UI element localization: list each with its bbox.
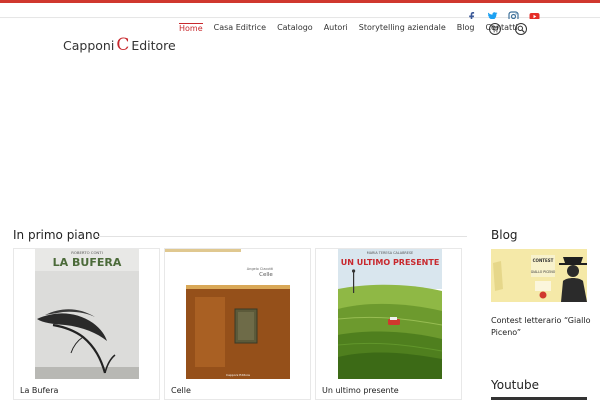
social-links — [466, 7, 540, 22]
blog-thumb-line1: CONTEST — [533, 258, 554, 263]
main-nav: Home Casa Editrice Catalogo Autori Story… — [179, 23, 529, 33]
site-header: Capponi C Editore Home Casa Editrice Cat… — [0, 19, 600, 70]
nav-item-blog[interactable]: Blog — [457, 23, 475, 33]
site-logo[interactable]: Capponi C Editore — [63, 37, 176, 54]
blog-thumb-line2: GIALLO PICENO — [531, 270, 556, 274]
blog-section-title: Blog — [491, 228, 518, 242]
cover-title-celle: Celle — [259, 272, 273, 278]
search-icon[interactable] — [515, 23, 527, 35]
hero-banner-area — [0, 70, 600, 220]
book-card-la-bufera[interactable]: ROBERTO CONTI LA BUFERA La Bufera — [13, 248, 160, 400]
book-card-celle[interactable]: Angelo Ciacotti Celle Capponi Editore Ce… — [164, 248, 311, 400]
nav-item-catalogo[interactable]: Catalogo — [277, 23, 313, 33]
instagram-icon[interactable] — [508, 7, 519, 22]
nav-item-autori[interactable]: Autori — [324, 23, 348, 33]
top-bar — [0, 0, 600, 22]
blog-post-title[interactable]: Contest letterario “Giallo Piceno” — [491, 315, 591, 339]
book-cover-un-ultimo-presente[interactable]: MARIA TERESA CALABRESE UN ULTIMO PRESENT… — [338, 249, 442, 379]
book-card-un-ultimo-presente[interactable]: MARIA TERESA CALABRESE UN ULTIMO PRESENT… — [315, 248, 462, 400]
cover-title-la-bufera: LA BUFERA — [53, 256, 122, 269]
cover-author-celle: Angelo Ciacotti — [247, 267, 274, 271]
logo-mark: C — [116, 35, 130, 55]
facebook-icon[interactable] — [466, 7, 477, 22]
section-divider — [95, 236, 467, 237]
cover-title-un-ultimo-presente: UN ULTIMO PRESENTE — [341, 258, 440, 267]
cover-publisher-celle: Capponi Editore — [226, 373, 250, 377]
book-caption-celle[interactable]: Celle — [171, 386, 191, 395]
featured-section-title: In primo piano — [13, 228, 100, 242]
book-cover-la-bufera[interactable]: ROBERTO CONTI LA BUFERA — [35, 249, 139, 379]
twitter-icon[interactable] — [487, 7, 498, 21]
logo-text-right: Editore — [131, 38, 176, 53]
youtube-icon[interactable] — [529, 7, 540, 20]
cover-author-la-bufera: ROBERTO CONTI — [71, 250, 102, 255]
book-caption-un-ultimo-presente[interactable]: Un ultimo presente — [322, 386, 399, 395]
cover-author-un-ultimo-presente: MARIA TERESA CALABRESE — [367, 251, 413, 255]
book-caption-la-bufera[interactable]: La Bufera — [20, 386, 58, 395]
youtube-section-title: Youtube — [491, 378, 539, 392]
nav-icons — [489, 23, 527, 35]
nav-item-storytelling[interactable]: Storytelling aziendale — [359, 23, 446, 33]
nav-item-home[interactable]: Home — [179, 23, 203, 33]
nav-item-casa-editrice[interactable]: Casa Editrice — [214, 23, 266, 33]
cart-icon[interactable] — [489, 23, 501, 35]
book-cover-celle[interactable]: Angelo Ciacotti Celle Capponi Editore — [165, 249, 312, 379]
logo-text-left: Capponi — [63, 38, 115, 53]
blog-post-thumbnail[interactable]: CONTEST GIALLO PICENO — [491, 249, 587, 302]
